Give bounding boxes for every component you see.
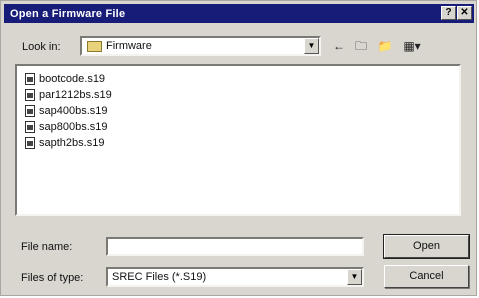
title-bar[interactable]: Open a Firmware File ? ✕ (4, 4, 474, 23)
list-item[interactable]: sapth2bs.s19 (25, 136, 104, 150)
look-in-value: Firmware (106, 40, 152, 52)
new-folder-icon[interactable]: 📁 (375, 38, 395, 54)
up-one-level-icon[interactable]: 🗀 (351, 38, 371, 54)
file-icon (25, 137, 35, 149)
file-name: sap800bs.s19 (39, 121, 108, 133)
list-item[interactable]: par1212bs.s19 (25, 88, 112, 102)
chevron-down-icon[interactable]: ▼ (304, 38, 319, 54)
close-button[interactable]: ✕ (457, 6, 472, 20)
chevron-down-icon[interactable]: ▼ (347, 269, 362, 285)
help-button[interactable]: ? (441, 6, 456, 20)
look-in-label: Look in: (22, 41, 61, 53)
file-name: bootcode.s19 (39, 73, 106, 85)
file-name: sapth2bs.s19 (39, 137, 105, 149)
list-item[interactable]: sap400bs.s19 (25, 104, 108, 118)
look-in-dropdown[interactable]: Firmware ▼ (80, 36, 321, 56)
back-arrow-icon[interactable]: ← (329, 38, 349, 54)
cancel-button[interactable]: Cancel (384, 265, 469, 288)
files-of-type-label: Files of type: (21, 272, 84, 284)
file-icon (25, 89, 35, 101)
folder-icon (87, 41, 102, 52)
list-item[interactable]: sap800bs.s19 (25, 120, 108, 134)
open-file-dialog: Open a Firmware File ? ✕ Look in: Firmwa… (0, 0, 477, 296)
file-name-input[interactable] (106, 237, 364, 256)
view-menu-icon[interactable]: ▦▾ (399, 38, 425, 54)
file-name: sap400bs.s19 (39, 105, 108, 117)
file-icon (25, 121, 35, 133)
file-icon (25, 105, 35, 117)
file-icon (25, 73, 35, 85)
files-of-type-dropdown[interactable]: SREC Files (*.S19) ▼ (106, 267, 364, 287)
open-button[interactable]: Open (383, 234, 470, 259)
file-name: par1212bs.s19 (39, 89, 112, 101)
files-of-type-value: SREC Files (*.S19) (112, 271, 207, 283)
list-item[interactable]: bootcode.s19 (25, 72, 105, 86)
file-name-label: File name: (21, 241, 73, 253)
window-title: Open a Firmware File (10, 7, 126, 20)
file-list[interactable]: bootcode.s19 par1212bs.s19 sap400bs.s19 … (15, 64, 461, 216)
